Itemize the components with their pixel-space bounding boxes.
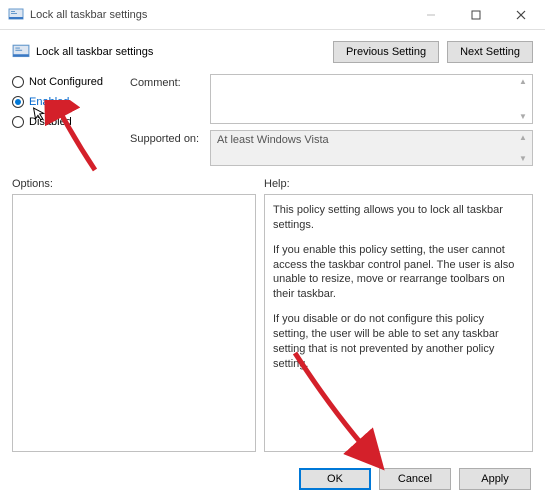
radio-label: Disabled	[29, 116, 72, 128]
minimize-button[interactable]	[408, 1, 453, 29]
radio-icon	[12, 96, 24, 108]
ok-button[interactable]: OK	[299, 468, 371, 490]
help-text: If you enable this policy setting, the u…	[273, 243, 518, 302]
apply-button[interactable]: Apply	[459, 468, 531, 490]
radio-icon	[12, 116, 24, 128]
titlebar: Lock all taskbar settings	[0, 0, 545, 30]
help-text: If you disable or do not configure this …	[273, 312, 518, 371]
next-setting-button[interactable]: Next Setting	[447, 41, 533, 63]
previous-setting-button[interactable]: Previous Setting	[333, 41, 439, 63]
window-title: Lock all taskbar settings	[30, 9, 408, 21]
scrollbar[interactable]: ▲▼	[516, 77, 530, 121]
radio-not-configured[interactable]: Not Configured	[12, 76, 122, 88]
radio-icon	[12, 76, 24, 88]
app-icon	[8, 7, 24, 23]
cancel-button[interactable]: Cancel	[379, 468, 451, 490]
supported-on-box: At least Windows Vista ▲▼	[210, 130, 533, 166]
radio-disabled[interactable]: Disabled	[12, 116, 122, 128]
comment-textarea[interactable]: ▲▼	[210, 74, 533, 124]
maximize-button[interactable]	[453, 1, 498, 29]
scrollbar[interactable]: ▲▼	[516, 133, 530, 163]
options-label: Options:	[12, 178, 264, 190]
supported-on-label: Supported on:	[130, 130, 210, 166]
help-pane: This policy setting allows you to lock a…	[264, 194, 533, 452]
help-text: This policy setting allows you to lock a…	[273, 203, 518, 233]
radio-label: Not Configured	[29, 76, 103, 88]
policy-icon	[12, 43, 30, 61]
close-button[interactable]	[498, 1, 543, 29]
help-label: Help:	[264, 178, 290, 190]
window-controls	[408, 1, 543, 29]
comment-label: Comment:	[130, 74, 210, 124]
radio-enabled[interactable]: Enabled	[12, 96, 122, 108]
options-pane	[12, 194, 256, 452]
supported-on-value: At least Windows Vista	[217, 134, 329, 146]
policy-title: Lock all taskbar settings	[36, 46, 153, 58]
